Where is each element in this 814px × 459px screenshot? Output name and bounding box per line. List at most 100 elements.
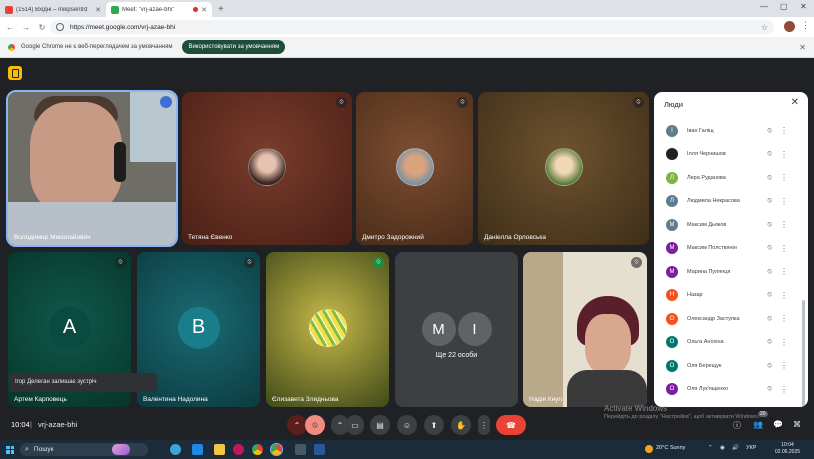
more-options-icon[interactable]: ⋮	[780, 150, 788, 159]
maximize-icon[interactable]: ▢	[780, 2, 788, 11]
minimize-icon[interactable]: —	[760, 2, 768, 11]
people-list-item[interactable]: О Ольга Анохіна ⦸ ⋮	[666, 331, 800, 355]
infobar-close-icon[interactable]: ✕	[799, 43, 806, 52]
more-options-button[interactable]: ⋮	[478, 415, 490, 435]
speaking-indicator-icon	[160, 96, 172, 108]
notification-badge: 20	[758, 411, 768, 417]
close-icon[interactable]: ✕	[791, 97, 799, 108]
more-options-icon[interactable]: ⋮	[780, 385, 788, 394]
background	[523, 252, 563, 407]
participant-avatar: M	[421, 312, 456, 346]
app-icon[interactable]	[233, 444, 244, 455]
camera-toggle-button[interactable]: ▭	[346, 415, 364, 435]
chrome-menu-icon[interactable]: ⋮	[801, 20, 810, 31]
participant-video	[567, 370, 647, 407]
forward-icon[interactable]: →	[20, 23, 32, 32]
emoji-button[interactable]: ☺	[397, 415, 417, 435]
participant-tile[interactable]: Володимир Миколайович	[6, 90, 178, 247]
back-icon[interactable]: ←	[4, 23, 16, 32]
profile-avatar[interactable]	[784, 21, 795, 32]
more-participants-label: Ще 22 особи	[435, 352, 478, 359]
clock-date-text: 02.06.2025	[775, 449, 801, 455]
people-list-item[interactable]: Л Людмила Некрасова ⦸ ⋮	[666, 190, 800, 214]
folder-icon[interactable]	[214, 444, 225, 455]
people-list: І Іван Галіщ ⦸ ⋮ Ілля Чернишов ⦸ ⋮ Л Лера Рудано…	[666, 119, 800, 401]
more-options-icon[interactable]: ⋮	[780, 126, 788, 135]
tray-expand-icon[interactable]: ⌃	[708, 445, 713, 451]
participant-video	[585, 314, 631, 374]
captions-button[interactable]: ▤	[370, 415, 390, 435]
more-participants-tile[interactable]: M I Ще 22 особи	[395, 252, 518, 407]
info-icon[interactable]: ⓘ	[733, 420, 741, 431]
store-icon[interactable]	[192, 444, 203, 455]
volume-icon[interactable]: 🔊	[732, 445, 739, 451]
language-indicator[interactable]: УКР	[746, 445, 756, 451]
participant-name: Даніелла Орловська	[484, 234, 547, 241]
url-bar[interactable]: https://meet.google.com/vrj-azae-bhi ☆	[50, 20, 774, 34]
people-list-item[interactable]: О Оля Лук'ященко ⦸ ⋮	[666, 378, 800, 402]
people-list-item[interactable]: Н Назар ⦸ ⋮	[666, 284, 800, 308]
participant-tile[interactable]: ⦸ Тетяна Євенко	[182, 92, 352, 245]
people-list-item[interactable]: Ілля Чернишов ⦸ ⋮	[666, 143, 800, 167]
people-list-item[interactable]: І Іван Галіщ ⦸ ⋮	[666, 119, 800, 143]
chrome-icon[interactable]	[252, 444, 263, 455]
more-options-icon[interactable]: ⋮	[780, 267, 788, 276]
raise-hand-button[interactable]: ✋	[451, 415, 471, 435]
tab-gmail[interactable]: (1514) Вхідні – mikpsentrd ✕	[0, 2, 106, 17]
mic-toggle-button[interactable]: ⦸	[305, 415, 325, 435]
people-list-item[interactable]: О Оля Берещук ⦸ ⋮	[666, 354, 800, 378]
more-options-icon[interactable]: ⋮	[780, 197, 788, 206]
close-tab-icon[interactable]: ✕	[95, 6, 101, 14]
weather-icon	[645, 445, 653, 453]
network-icon[interactable]: ◉	[720, 445, 725, 451]
set-default-button[interactable]: Використовувати за умовчанням	[182, 40, 286, 54]
panel-scrollbar[interactable]	[802, 300, 805, 406]
people-list-item[interactable]: М Марина Пулянця ⦸ ⋮	[666, 260, 800, 284]
person-avatar: О	[666, 312, 678, 325]
chat-icon[interactable]: 💬	[773, 420, 783, 429]
edge-icon[interactable]	[170, 444, 181, 455]
reload-icon[interactable]: ↻	[36, 23, 48, 32]
new-tab-button[interactable]: +	[212, 2, 230, 17]
audio-options-button[interactable]: ⌃	[287, 415, 307, 435]
participant-tile[interactable]: ⦸ Даніелла Орловська	[478, 92, 649, 245]
taskview-icon[interactable]	[112, 444, 130, 455]
close-tab-icon[interactable]: ✕	[201, 6, 207, 14]
participant-tile[interactable]: ⦸ Надія Кнуп	[523, 252, 647, 407]
participant-tile[interactable]: ⦸ Дмитро Задорожний	[356, 92, 473, 245]
leave-call-button[interactable]: ☎	[496, 415, 526, 435]
more-options-icon[interactable]: ⋮	[780, 361, 788, 370]
more-options-icon[interactable]: ⋮	[780, 338, 788, 347]
headset	[114, 142, 126, 182]
people-list-item[interactable]: М Максим Полствянін ⦸ ⋮	[666, 237, 800, 261]
more-options-icon[interactable]: ⋮	[780, 173, 788, 182]
app-icon[interactable]	[295, 444, 306, 455]
person-avatar: Л	[666, 171, 678, 184]
infobar-message: Google Chrome не є веб-переглядачем за у…	[21, 44, 173, 50]
close-window-icon[interactable]: ✕	[800, 2, 807, 11]
people-list-item[interactable]: М Максим Дьяков ⦸ ⋮	[666, 213, 800, 237]
weather-text[interactable]: 20°C Sunny	[656, 445, 685, 451]
site-info-icon[interactable]	[56, 23, 64, 31]
people-list-item[interactable]: Л Лера Руданова ⦸ ⋮	[666, 166, 800, 190]
meet-activities-icon[interactable]	[8, 66, 22, 80]
bookmark-star-icon[interactable]: ☆	[761, 23, 768, 32]
present-button[interactable]: ⬆	[424, 415, 444, 435]
taskbar-clock[interactable]: 10:04 02.06.2025	[775, 442, 800, 456]
participant-tile[interactable]: ⦸ Єлизавета Злидньова	[266, 252, 389, 407]
participant-name: Єлизавета Злидньова	[272, 396, 339, 403]
url-text: https://meet.google.com/vrj-azae-bhi	[70, 23, 176, 31]
windows-start-icon[interactable]	[6, 445, 14, 454]
participant-name: Дмитро Задорожний	[362, 234, 424, 241]
tab-meet[interactable]: Meet: "vrj-azae-bhi" ✕	[106, 2, 212, 17]
mic-off-icon: ⦸	[767, 267, 772, 275]
activities-icon[interactable]: ⌘	[793, 420, 801, 429]
more-options-icon[interactable]: ⋮	[780, 244, 788, 253]
people-list-item[interactable]: О Олександр Заступка ⦸ ⋮	[666, 307, 800, 331]
chrome-active-icon[interactable]	[270, 443, 283, 456]
more-options-icon[interactable]: ⋮	[780, 314, 788, 323]
more-options-icon[interactable]: ⋮	[780, 291, 788, 300]
more-options-icon[interactable]: ⋮	[780, 220, 788, 229]
people-icon[interactable]: 👥	[753, 420, 763, 429]
word-icon[interactable]	[314, 444, 325, 455]
